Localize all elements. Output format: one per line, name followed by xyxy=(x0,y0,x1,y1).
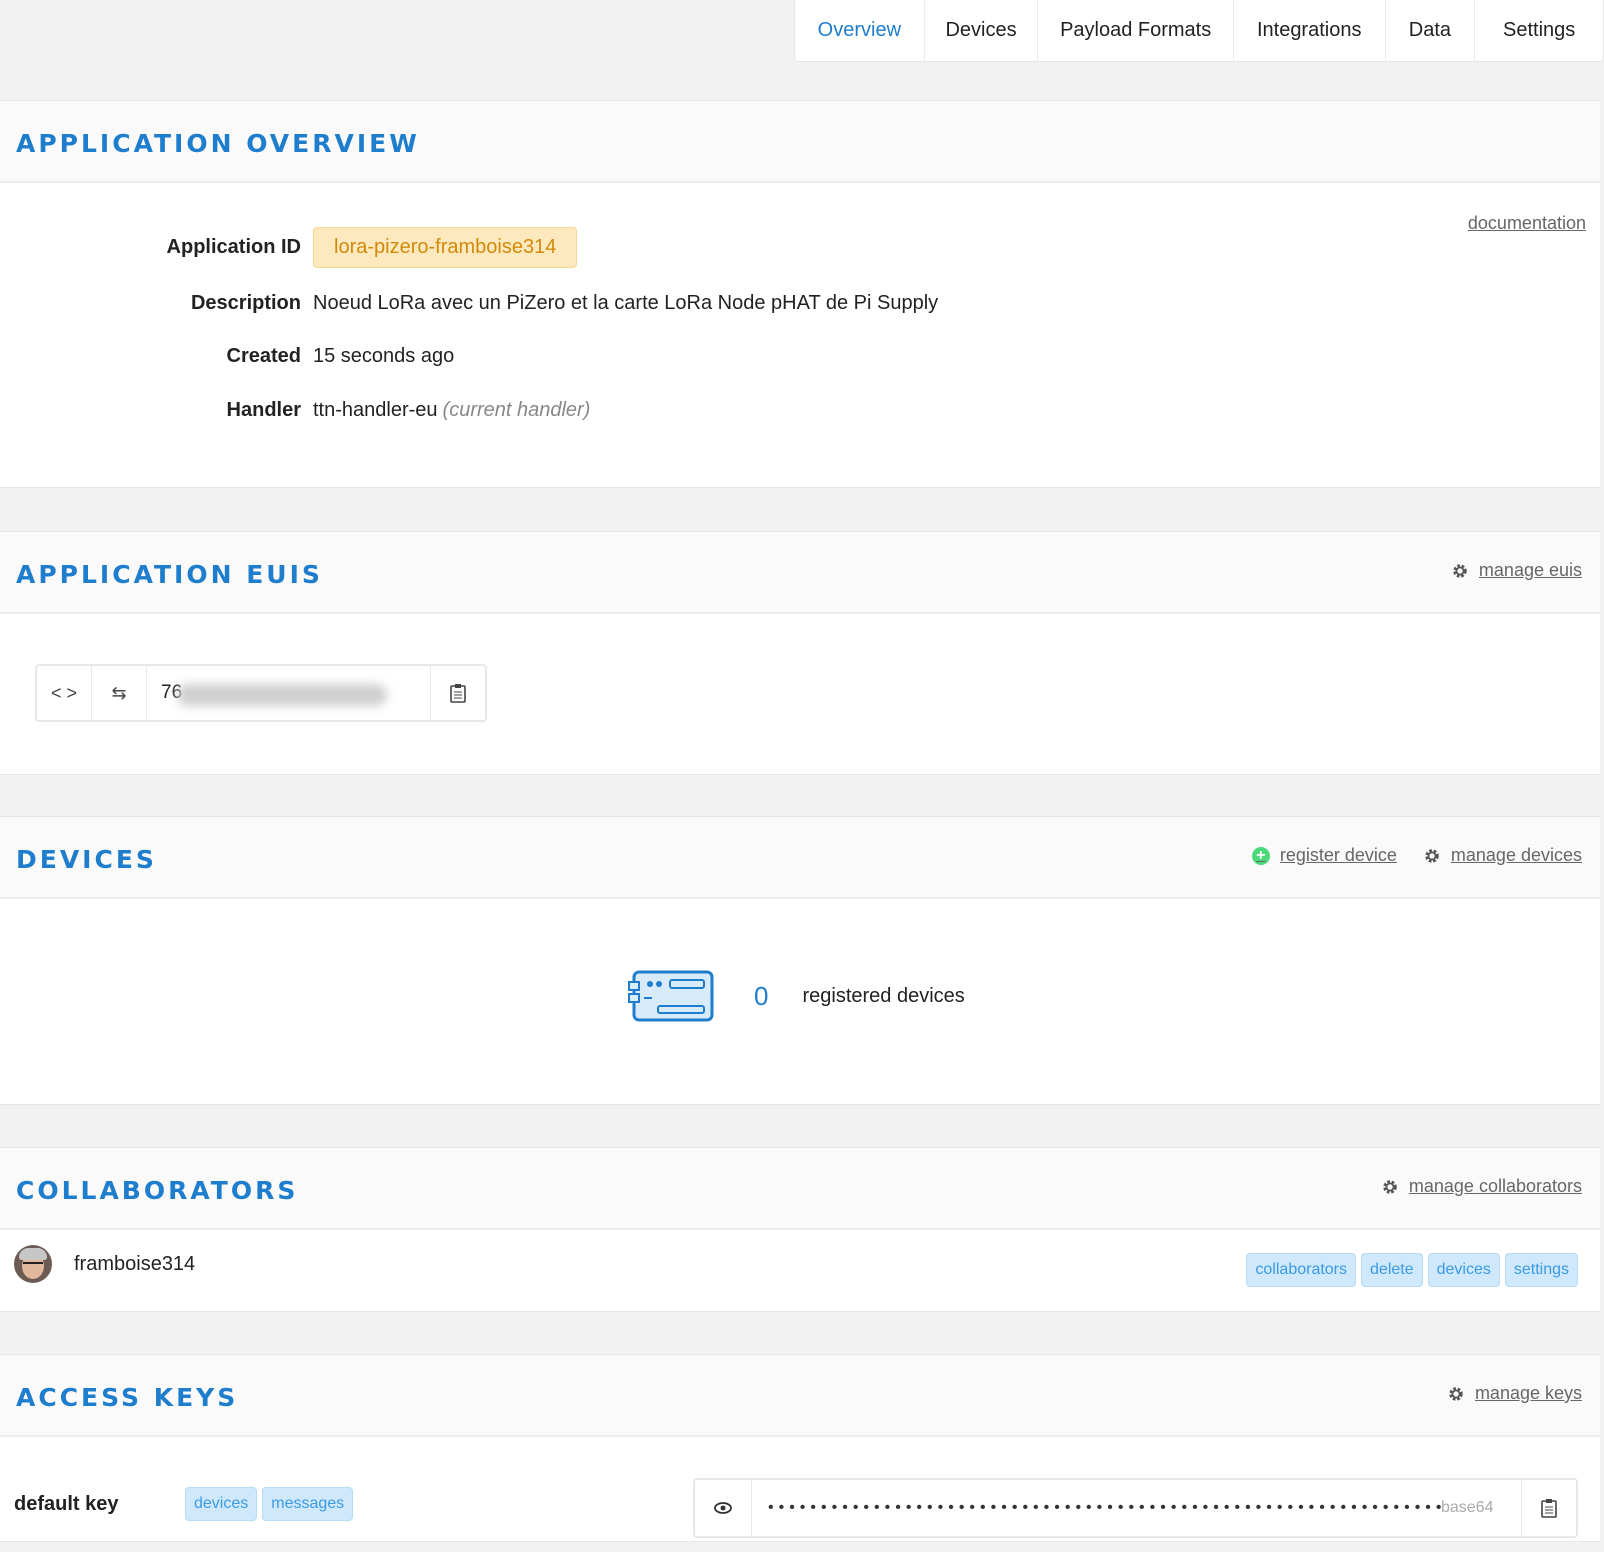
byte-order-button[interactable]: ⇆ xyxy=(92,666,147,720)
gear-icon xyxy=(1425,848,1439,863)
devices-section: DEVICES + register device manage devices… xyxy=(0,816,1600,1105)
collaborator-rights: collaborators delete devices settings xyxy=(1246,1253,1578,1287)
plus-circle-icon: + xyxy=(1251,846,1270,865)
section-title: COLLABORATORS xyxy=(16,1176,299,1205)
clipboard-icon xyxy=(450,684,466,703)
description-label: Description xyxy=(190,292,301,314)
handler-label: Handler xyxy=(226,399,301,421)
documentation-link[interactable]: documentation xyxy=(1468,213,1586,234)
right-badge: devices xyxy=(1427,1253,1500,1287)
reveal-key-button[interactable] xyxy=(695,1480,752,1536)
device-count: 0 xyxy=(754,980,769,1011)
manage-euis-link[interactable]: manage euis xyxy=(1451,560,1582,581)
section-title: APPLICATION OVERVIEW xyxy=(16,129,420,158)
tab-settings[interactable]: Settings xyxy=(1475,0,1603,61)
collaborator-row: framboise314 xyxy=(14,1245,195,1283)
devices-header: DEVICES + register device manage devices xyxy=(0,817,1600,899)
manage-keys-label: manage keys xyxy=(1474,1383,1582,1403)
copy-eui-button[interactable] xyxy=(431,666,485,720)
redaction-blur xyxy=(177,684,387,706)
collaborators-header: COLLABORATORS manage collaborators xyxy=(0,1148,1600,1230)
handler-row: Handler ttn-handler-eu (current handler) xyxy=(0,399,591,422)
app-id-row: Application ID lora-pizero-framboise314 xyxy=(0,227,578,268)
created-label: Created xyxy=(226,345,301,367)
tab-payload-formats[interactable]: Payload Formats xyxy=(1038,0,1234,61)
gear-icon xyxy=(1383,1179,1397,1194)
swap-arrows-icon: ⇆ xyxy=(111,682,127,703)
description-value: Noeud LoRa avec un PiZero et la carte Lo… xyxy=(313,292,939,314)
eui-field: < > ⇆ 76 xyxy=(35,664,487,722)
access-keys-section: ACCESS KEYS manage keys default key devi… xyxy=(0,1354,1600,1542)
application-overview-section: APPLICATION OVERVIEW documentation Appli… xyxy=(0,100,1600,488)
masked-key-value: ••••••••••••••••••••••••••••••••••••••••… xyxy=(768,1499,1441,1516)
key-encoding-toggle[interactable]: base64 xyxy=(1441,1480,1522,1536)
eye-icon xyxy=(714,1502,732,1514)
eui-value: 76 xyxy=(147,666,431,720)
copy-key-button[interactable] xyxy=(1522,1480,1576,1536)
device-count-label: registered devices xyxy=(802,984,965,1007)
device-count-summary: 0 registered devices xyxy=(628,970,965,1022)
application-euis-section: APPLICATION EUIS manage euis < > ⇆ 76 xyxy=(0,531,1600,775)
overview-header: APPLICATION OVERVIEW xyxy=(0,101,1600,183)
right-badge: messages xyxy=(262,1487,354,1521)
manage-keys-link[interactable]: manage keys xyxy=(1447,1383,1582,1404)
manage-euis-label: manage euis xyxy=(1478,560,1582,580)
top-tab-bar: Overview Devices Payload Formats Integra… xyxy=(794,0,1604,62)
section-title: APPLICATION EUIS xyxy=(16,560,323,589)
tab-devices[interactable]: Devices xyxy=(925,0,1039,61)
collaborators-section: COLLABORATORS manage collaborators framb… xyxy=(0,1147,1600,1312)
key-field: ••••••••••••••••••••••••••••••••••••••••… xyxy=(693,1478,1578,1538)
euis-header: APPLICATION EUIS manage euis xyxy=(0,532,1600,614)
code-brackets-icon: < > xyxy=(50,682,78,703)
created-value: 15 seconds ago xyxy=(313,345,455,367)
collaborator-name: framboise314 xyxy=(74,1252,196,1275)
tab-overview[interactable]: Overview xyxy=(795,0,925,61)
key-rights: devices messages xyxy=(185,1487,354,1521)
gear-icon xyxy=(1453,563,1467,578)
register-device-label: register device xyxy=(1279,845,1397,865)
clipboard-icon xyxy=(1541,1499,1557,1518)
gear-icon xyxy=(1449,1386,1463,1401)
right-badge: settings xyxy=(1504,1253,1578,1287)
app-id-badge: lora-pizero-framboise314 xyxy=(313,227,578,268)
handler-note: (current handler) xyxy=(442,399,591,421)
key-name: default key xyxy=(14,1493,119,1515)
tab-integrations[interactable]: Integrations xyxy=(1234,0,1386,61)
right-badge: delete xyxy=(1361,1253,1423,1287)
section-title: DEVICES xyxy=(16,845,157,874)
tab-data[interactable]: Data xyxy=(1386,0,1476,61)
manage-devices-label: manage devices xyxy=(1450,845,1582,865)
manage-devices-link[interactable]: manage devices xyxy=(1423,845,1582,866)
description-row: Description Noeud LoRa avec un PiZero et… xyxy=(0,292,938,315)
app-id-label: Application ID xyxy=(166,236,301,258)
created-row: Created 15 seconds ago xyxy=(0,345,455,368)
handler-value: ttn-handler-eu xyxy=(313,399,438,421)
format-toggle-button[interactable]: < > xyxy=(37,666,92,720)
register-device-link[interactable]: + register device xyxy=(1251,845,1397,866)
access-keys-header: ACCESS KEYS manage keys xyxy=(0,1355,1600,1437)
device-board-icon xyxy=(628,970,714,1022)
right-badge: devices xyxy=(185,1487,258,1521)
manage-collaborators-label: manage collaborators xyxy=(1408,1176,1582,1196)
right-badge: collaborators xyxy=(1246,1253,1357,1287)
manage-collaborators-link[interactable]: manage collaborators xyxy=(1381,1176,1582,1197)
avatar xyxy=(14,1245,52,1283)
section-title: ACCESS KEYS xyxy=(16,1383,239,1412)
